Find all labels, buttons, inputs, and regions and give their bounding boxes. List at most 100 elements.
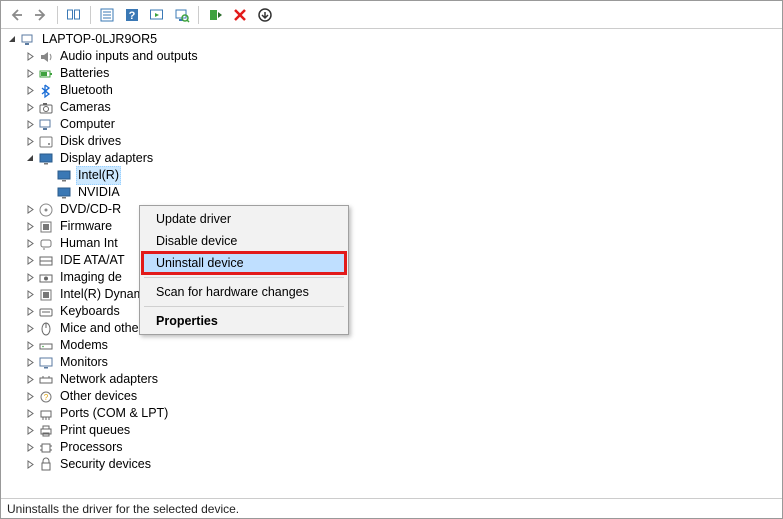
context-menu-separator xyxy=(144,306,344,307)
cpu-icon xyxy=(38,440,54,456)
tree-twisty-closed[interactable] xyxy=(23,220,37,234)
tree-twisty-closed[interactable] xyxy=(23,373,37,387)
computer-icon xyxy=(38,117,54,133)
network-icon xyxy=(38,372,54,388)
tree-category[interactable]: Cameras xyxy=(3,99,782,116)
tree-twisty-closed[interactable] xyxy=(23,271,37,285)
tree-category[interactable]: Monitors xyxy=(3,354,782,371)
tree-category[interactable]: Audio inputs and outputs xyxy=(3,48,782,65)
tree-twisty-open[interactable] xyxy=(5,33,19,47)
context-menu-item[interactable]: Scan for hardware changes xyxy=(142,281,346,303)
tree-category-label: Display adapters xyxy=(58,150,155,167)
toolbar-separator xyxy=(57,6,58,24)
other-icon: ? xyxy=(38,389,54,405)
ide-icon xyxy=(38,253,54,269)
tree-category[interactable]: Print queues xyxy=(3,422,782,439)
forward-button[interactable] xyxy=(30,4,52,26)
action-button[interactable] xyxy=(146,4,168,26)
toolbar-separator xyxy=(90,6,91,24)
context-menu: Update driverDisable deviceUninstall dev… xyxy=(139,205,349,335)
tree-twisty-closed[interactable] xyxy=(23,67,37,81)
tree-category-label: Modems xyxy=(58,337,110,354)
tree-twisty-closed[interactable] xyxy=(23,50,37,64)
tree-category[interactable]: Firmware xyxy=(3,218,782,235)
device-tree[interactable]: LAPTOP-0LJR9OR5Audio inputs and outputsB… xyxy=(1,29,782,498)
tree-twisty-none xyxy=(41,169,55,183)
tree-twisty-closed[interactable] xyxy=(23,356,37,370)
scan-button[interactable] xyxy=(171,4,193,26)
tree-twisty-closed[interactable] xyxy=(23,237,37,251)
tree-category-label: Security devices xyxy=(58,456,153,473)
disable-button[interactable] xyxy=(229,4,251,26)
tree-twisty-none xyxy=(41,186,55,200)
tree-category[interactable]: Intel(R) Dynamic Platform and Thermal Fr… xyxy=(3,286,782,303)
tree-device-label: NVIDIA xyxy=(76,184,122,201)
status-bar: Uninstalls the driver for the selected d… xyxy=(1,498,782,518)
uninstall-button[interactable] xyxy=(254,4,276,26)
audio-icon xyxy=(38,49,54,65)
show-hidden-button[interactable] xyxy=(63,4,85,26)
tree-device[interactable]: Intel(R) xyxy=(3,167,782,184)
tree-category[interactable]: Imaging de xyxy=(3,269,782,286)
tree-category-label: DVD/CD-R xyxy=(58,201,123,218)
tree-category[interactable]: Disk drives xyxy=(3,133,782,150)
tree-twisty-closed[interactable] xyxy=(23,424,37,438)
tree-twisty-closed[interactable] xyxy=(23,441,37,455)
tree-category[interactable]: Display adapters xyxy=(3,150,782,167)
tree-twisty-closed[interactable] xyxy=(23,305,37,319)
context-menu-item[interactable]: Properties xyxy=(142,310,346,332)
context-menu-item[interactable]: Disable device xyxy=(142,230,346,252)
tree-category[interactable]: IDE ATA/AT xyxy=(3,252,782,269)
camera-icon xyxy=(38,100,54,116)
tree-twisty-closed[interactable] xyxy=(23,458,37,472)
tree-category-label: Print queues xyxy=(58,422,132,439)
tree-category[interactable]: DVD/CD-R xyxy=(3,201,782,218)
tree-category-label: Keyboards xyxy=(58,303,122,320)
tree-category[interactable]: ?Other devices xyxy=(3,388,782,405)
printer-icon xyxy=(38,423,54,439)
tree-category[interactable]: Human Int xyxy=(3,235,782,252)
tree-category[interactable]: Modems xyxy=(3,337,782,354)
tree-category-label: Monitors xyxy=(58,354,110,371)
tree-twisty-open[interactable] xyxy=(23,152,37,166)
tree-category[interactable]: Keyboards xyxy=(3,303,782,320)
tree-category[interactable]: Bluetooth xyxy=(3,82,782,99)
help-button[interactable]: ? xyxy=(121,4,143,26)
tree-root[interactable]: LAPTOP-0LJR9OR5 xyxy=(3,31,782,48)
tree-twisty-closed[interactable] xyxy=(23,322,37,336)
tree-twisty-closed[interactable] xyxy=(23,390,37,404)
context-menu-item[interactable]: Uninstall device xyxy=(142,252,346,274)
tree-category-label: Firmware xyxy=(58,218,114,235)
tree-category-label: IDE ATA/AT xyxy=(58,252,127,269)
context-menu-item[interactable]: Update driver xyxy=(142,208,346,230)
tree-category-label: Bluetooth xyxy=(58,82,115,99)
display-icon xyxy=(56,185,72,201)
tree-twisty-closed[interactable] xyxy=(23,288,37,302)
tree-category[interactable]: Network adapters xyxy=(3,371,782,388)
tree-twisty-closed[interactable] xyxy=(23,254,37,268)
tree-category[interactable]: Computer xyxy=(3,116,782,133)
tree-twisty-closed[interactable] xyxy=(23,407,37,421)
tree-device[interactable]: NVIDIA xyxy=(3,184,782,201)
tree-category[interactable]: Processors xyxy=(3,439,782,456)
keyboard-icon xyxy=(38,304,54,320)
tree-category-label: Other devices xyxy=(58,388,139,405)
properties-button[interactable] xyxy=(96,4,118,26)
tree-category[interactable]: Mice and other pointing devices xyxy=(3,320,782,337)
computer-icon xyxy=(20,32,36,48)
tree-category-label: Batteries xyxy=(58,65,111,82)
tree-category-label: Cameras xyxy=(58,99,113,116)
tree-category[interactable]: Ports (COM & LPT) xyxy=(3,405,782,422)
back-button[interactable] xyxy=(5,4,27,26)
tree-twisty-closed[interactable] xyxy=(23,84,37,98)
tree-category[interactable]: Security devices xyxy=(3,456,782,473)
tree-category-label: Computer xyxy=(58,116,117,133)
tree-twisty-closed[interactable] xyxy=(23,118,37,132)
tree-twisty-closed[interactable] xyxy=(23,135,37,149)
enable-button[interactable] xyxy=(204,4,226,26)
tree-twisty-closed[interactable] xyxy=(23,203,37,217)
tree-category-label: Processors xyxy=(58,439,125,456)
tree-category[interactable]: Batteries xyxy=(3,65,782,82)
tree-twisty-closed[interactable] xyxy=(23,101,37,115)
tree-twisty-closed[interactable] xyxy=(23,339,37,353)
